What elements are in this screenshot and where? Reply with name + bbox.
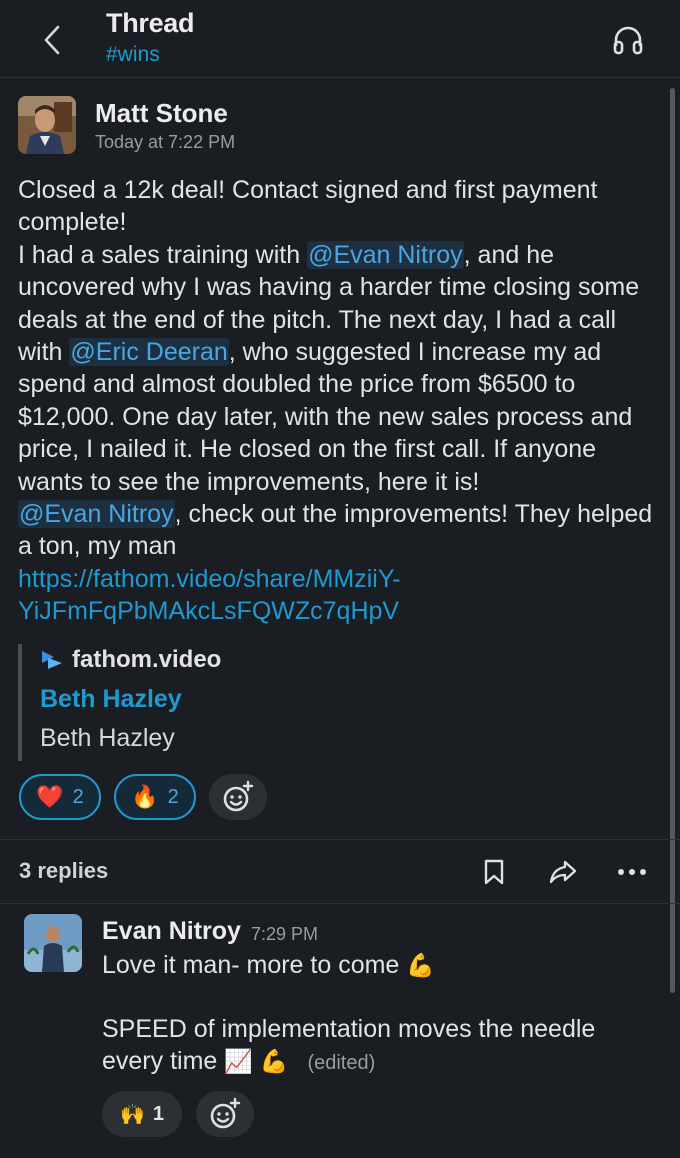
share-button[interactable] <box>547 856 579 888</box>
bookmark-icon <box>484 859 504 885</box>
flexed-biceps-emoji-icon: 💪 <box>259 1048 289 1074</box>
reply-line: Love it man- more to come 💪 <box>102 951 435 980</box>
flexed-biceps-emoji-icon: 💪 <box>406 952 435 978</box>
mention-eric[interactable]: @Eric Deeran <box>69 338 229 367</box>
headphones-icon <box>613 26 643 55</box>
chart-increasing-emoji-icon: 📈 <box>224 1048 253 1074</box>
reaction-raised-hands[interactable]: 🙌 1 <box>102 1091 182 1137</box>
message-paragraph: @Evan Nitroy, check out the improvements… <box>18 498 663 563</box>
reaction-bar: ❤️ 2 🔥 2 <box>19 774 267 820</box>
preview-description: Beth Hazley <box>40 724 175 752</box>
user-photo-icon <box>18 96 76 154</box>
reply-timestamp: 7:29 PM <box>251 924 319 944</box>
fire-emoji-icon: 🔥 <box>131 784 159 809</box>
channel-link[interactable]: #wins <box>106 43 160 67</box>
page-title: Thread <box>106 8 195 38</box>
reply-reaction-bar: 🙌 1 <box>102 1091 254 1137</box>
add-emoji-icon <box>210 1097 241 1129</box>
reaction-fire[interactable]: 🔥 2 <box>114 774 196 820</box>
message-paragraph: I had a sales training with @Evan Nitroy… <box>18 239 663 498</box>
reaction-count: 1 <box>152 1102 165 1125</box>
message-body: Closed a 12k deal! Contact signed and fi… <box>18 174 663 628</box>
chevron-left-icon <box>44 25 60 55</box>
message-line: Closed a 12k deal! Contact signed and fi… <box>18 176 598 237</box>
user-photo-icon <box>24 914 82 972</box>
message-text: I had a sales training with <box>18 240 308 269</box>
message-timestamp: Today at 7:22 PM <box>95 132 236 152</box>
reply-text: every time <box>102 1047 218 1075</box>
raised-hands-emoji-icon: 🙌 <box>119 1103 145 1126</box>
thread-header: Thread #wins <box>0 0 680 78</box>
avatar[interactable] <box>24 914 82 972</box>
reply-author[interactable]: Evan Nitroy <box>102 917 241 946</box>
preview-site: fathom.video <box>40 646 221 674</box>
link-preview[interactable]: fathom.video Beth Hazley Beth Hazley <box>18 644 318 761</box>
huddle-button[interactable] <box>610 22 646 58</box>
save-button[interactable] <box>478 856 510 888</box>
add-emoji-icon <box>223 780 254 812</box>
reaction-count: 2 <box>72 785 84 808</box>
replies-bar: 3 replies <box>0 840 680 904</box>
preview-title[interactable]: Beth Hazley <box>40 685 182 714</box>
mention-evan[interactable]: @Evan Nitroy <box>18 500 175 529</box>
fathom-link[interactable]: https://fathom.video/share/MMziiY-YiJFmF… <box>18 565 401 625</box>
mention-evan[interactable]: @Evan Nitroy <box>307 240 464 269</box>
preview-site-name: fathom.video <box>72 646 222 673</box>
divider <box>0 903 680 904</box>
reaction-count: 2 <box>167 785 179 808</box>
avatar[interactable] <box>18 96 76 154</box>
back-button[interactable] <box>30 18 74 62</box>
heart-emoji-icon: ❤️ <box>36 784 64 809</box>
share-arrow-icon <box>549 860 577 884</box>
reply-line: SPEED of implementation moves the needle <box>102 1015 596 1043</box>
edited-label: (edited) <box>307 1052 376 1074</box>
more-horizontal-icon <box>618 869 646 875</box>
add-reaction-button[interactable] <box>209 774 267 820</box>
reply-text: Love it man- more to come <box>102 951 400 979</box>
reply-line: every time 📈 💪 (edited) <box>102 1047 375 1076</box>
fathom-logo-icon <box>42 651 62 669</box>
replies-count: 3 replies <box>19 858 109 883</box>
message-author[interactable]: Matt Stone <box>95 98 228 129</box>
more-options-button[interactable] <box>616 856 648 888</box>
reaction-heart[interactable]: ❤️ 2 <box>19 774 101 820</box>
add-reaction-button[interactable] <box>196 1091 254 1137</box>
